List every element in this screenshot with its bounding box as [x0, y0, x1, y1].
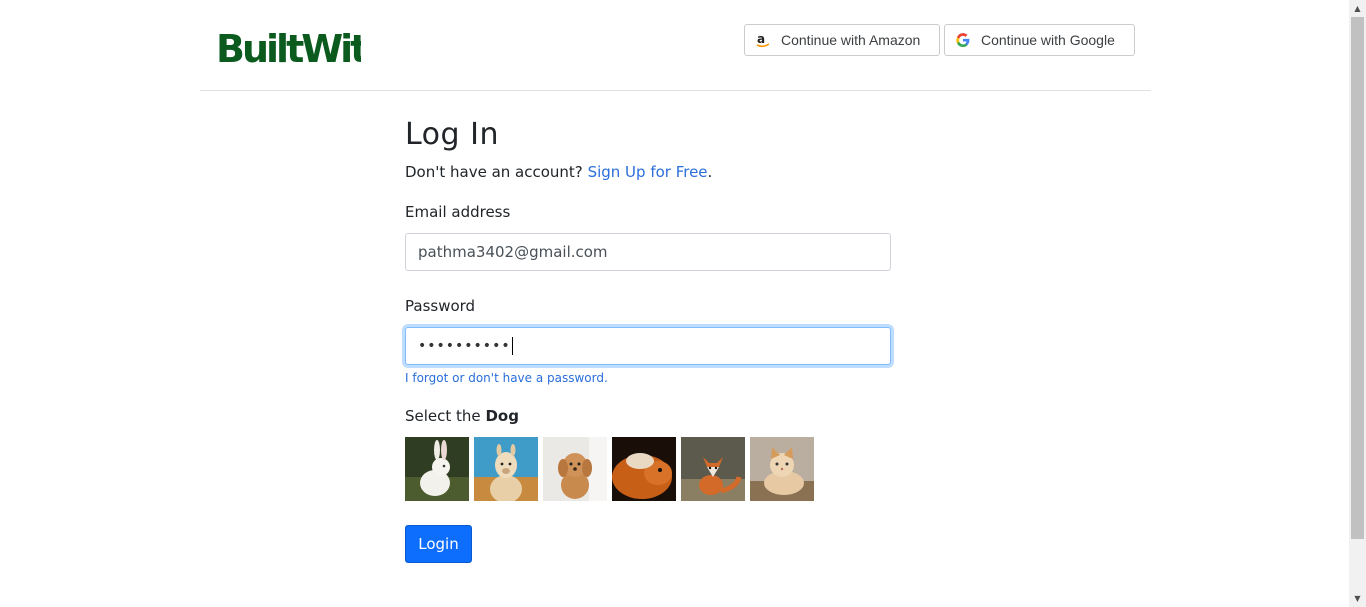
captcha-image-dog[interactable]	[543, 437, 607, 501]
login-button[interactable]: Login	[405, 525, 472, 563]
captcha-image-fox[interactable]	[681, 437, 745, 501]
captcha-image-alpaca[interactable]	[474, 437, 538, 501]
signup-link[interactable]: Sign Up for Free	[588, 163, 708, 181]
text-caret	[511, 337, 513, 355]
captcha-image-grid	[405, 437, 814, 501]
password-value: ••••••••••	[418, 338, 511, 354]
password-label: Password	[405, 297, 476, 315]
continue-with-google-button[interactable]: Continue with Google	[944, 24, 1135, 56]
no-account-text: Don't have an account?	[405, 163, 583, 181]
page: BuiltWith a Continue with Amazon Continu…	[0, 0, 1349, 607]
captcha-image-cat[interactable]	[750, 437, 814, 501]
builtwith-logo[interactable]: BuiltWith	[216, 24, 361, 66]
continue-with-amazon-button[interactable]: a Continue with Amazon	[744, 24, 940, 56]
captcha-prefix: Select the	[405, 407, 481, 425]
header-divider	[200, 90, 1151, 91]
password-field[interactable]: ••••••••••	[405, 327, 891, 365]
google-button-label: Continue with Google	[981, 32, 1115, 48]
signup-prompt: Don't have an account? Sign Up for Free.	[405, 163, 712, 181]
email-label: Email address	[405, 203, 511, 221]
google-icon	[955, 32, 971, 48]
captcha-animal: Dog	[485, 407, 519, 425]
captcha-image-guinea-pig[interactable]	[612, 437, 676, 501]
svg-text:a: a	[757, 32, 765, 46]
signup-suffix: .	[707, 163, 713, 181]
vertical-scrollbar[interactable]: ▲ ▼	[1349, 0, 1366, 607]
amazon-icon: a	[755, 32, 771, 48]
scrollbar-thumb[interactable]	[1351, 17, 1364, 539]
email-field[interactable]: pathma3402@gmail.com	[405, 233, 891, 271]
page-title: Log In	[405, 117, 499, 152]
forgot-password-link[interactable]: I forgot or don't have a password.	[405, 371, 608, 385]
logo-text: BuiltWith	[216, 27, 361, 66]
amazon-button-label: Continue with Amazon	[781, 32, 921, 48]
scroll-down-arrow-icon[interactable]: ▼	[1349, 590, 1366, 607]
captcha-image-rabbit[interactable]	[405, 437, 469, 501]
captcha-prompt: Select the Dog	[405, 407, 519, 425]
email-value: pathma3402@gmail.com	[418, 243, 608, 261]
scroll-up-arrow-icon[interactable]: ▲	[1349, 0, 1366, 17]
